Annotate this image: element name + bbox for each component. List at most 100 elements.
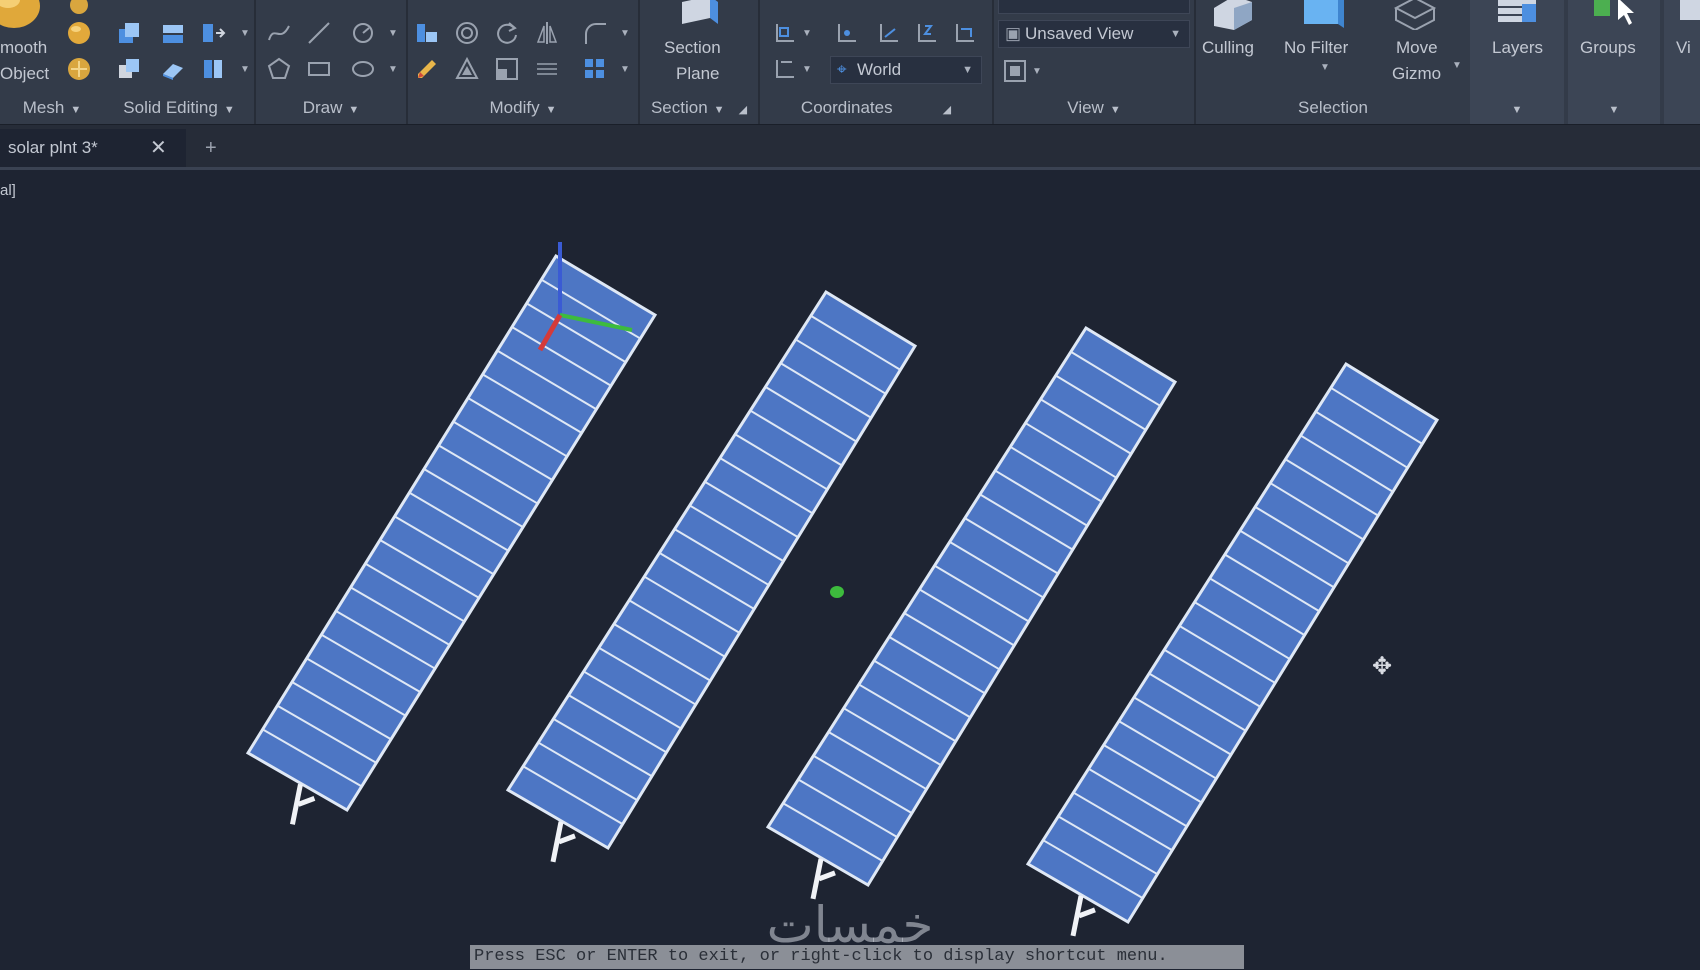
visual-style-dropdown[interactable] (998, 0, 1190, 14)
view-manager-icon: ▣ (1005, 24, 1022, 43)
panel-section: Section Plane Section ▼ ◢ (640, 0, 758, 124)
ucs-named-icon[interactable] (772, 56, 798, 82)
slice-icon[interactable] (160, 20, 186, 46)
mesh-smooth-icon[interactable] (66, 56, 92, 82)
solid-editing-panel-title: Solid Editing (123, 98, 218, 117)
spline-icon[interactable] (266, 20, 292, 46)
chevron-down-icon[interactable]: ▼ (388, 28, 398, 39)
mesh-sphere-small-icon[interactable] (66, 0, 92, 18)
union-icon[interactable] (116, 56, 142, 82)
chevron-down-icon[interactable]: ▼ (802, 64, 812, 75)
culling-label[interactable]: Culling (1202, 35, 1254, 61)
new-tab-button[interactable]: + (205, 129, 229, 167)
ucs-zaxis-icon[interactable] (914, 20, 940, 46)
scale-icon[interactable] (494, 56, 520, 82)
ellipse-icon[interactable] (350, 56, 376, 82)
section-plane-label-1[interactable]: Section (664, 35, 721, 61)
mesh-sphere-icon[interactable] (66, 20, 92, 46)
chevron-down-icon: ▼ (1109, 104, 1121, 116)
extrude-faces-icon[interactable] (116, 20, 142, 46)
smooth-object-icon[interactable] (0, 0, 44, 30)
section-panel-title: Section (650, 98, 708, 117)
groups-label: Groups (1580, 38, 1636, 57)
named-view-value: Unsaved View (1025, 24, 1134, 43)
mesh-panel-title: Mesh (22, 98, 65, 117)
separate-icon[interactable] (200, 20, 226, 46)
chevron-down-icon[interactable]: ▼ (620, 64, 630, 75)
mirror-icon[interactable] (534, 20, 560, 46)
ribbon: mooth Object Mesh ▼ ▼ ▼ Solid Editing ▼ ▼ (0, 0, 1700, 125)
chevron-down-icon[interactable]: ▼ (1452, 60, 1462, 71)
chevron-down-icon: ▼ (1170, 28, 1181, 40)
stretch-icon[interactable] (534, 56, 560, 82)
layers-icon (1492, 0, 1542, 28)
smooth-object-label-1: mooth (0, 38, 48, 57)
ucs-3point-icon[interactable] (876, 20, 902, 46)
panel-launcher-icon[interactable]: ◢ (943, 104, 951, 116)
view-panel-title: View (1067, 98, 1104, 117)
coordinates-panel-title: Coordinates (800, 98, 893, 117)
rectangle-icon[interactable] (306, 56, 332, 82)
culling-icon[interactable] (1208, 0, 1258, 30)
fillet-icon[interactable] (582, 20, 608, 46)
chevron-down-icon[interactable]: ▼ (388, 64, 398, 75)
edit-pencil-icon[interactable] (414, 56, 440, 82)
panel-draw: ▼ ▼ Draw ▼ (256, 0, 406, 124)
panel-launcher-icon[interactable]: ◢ (739, 104, 747, 116)
named-view-dropdown[interactable]: ▣ Unsaved View ▼ (998, 20, 1190, 48)
draw-panel-title: Draw (302, 98, 343, 117)
document-tab-bar: solar plnt 3* ✕ + (0, 125, 1700, 170)
panel-layers[interactable]: Layers ▼ (1470, 0, 1564, 124)
close-icon[interactable]: ✕ (150, 129, 167, 167)
section-plane-icon[interactable] (674, 0, 724, 28)
3d-array-icon[interactable] (454, 20, 480, 46)
chevron-down-icon[interactable]: ▼ (240, 64, 250, 75)
chevron-down-icon: ▼ (223, 104, 235, 116)
no-filter-icon[interactable] (1298, 0, 1348, 30)
viewport-config-icon[interactable] (1002, 58, 1028, 84)
line-icon[interactable] (306, 20, 332, 46)
orbit-cursor-icon: ✥ (1372, 653, 1393, 680)
panel-groups[interactable]: Groups ▼ (1568, 0, 1660, 124)
array-icon[interactable] (582, 56, 608, 82)
circle-icon[interactable] (350, 20, 376, 46)
chevron-down-icon: ▼ (70, 104, 82, 116)
tab-solar-plnt-3[interactable]: solar plnt 3* ✕ (0, 129, 186, 167)
offset-edge-icon[interactable] (454, 56, 480, 82)
shell-icon[interactable] (200, 56, 226, 82)
ucs-value: World (857, 60, 902, 79)
ucs-origin-icon[interactable] (834, 20, 860, 46)
selection-panel-title[interactable]: Selection (1196, 98, 1470, 118)
panel-view-partial[interactable]: Vi (1664, 0, 1700, 124)
pivot-marker (830, 586, 844, 598)
solar-panel-scene (245, 242, 1440, 937)
panel-mesh: mooth Object Mesh ▼ (0, 0, 104, 124)
move-gizmo-icon[interactable] (1390, 0, 1440, 30)
chevron-down-icon[interactable]: ▼ (1032, 66, 1042, 77)
panel-modify: ▼ ▼ Modify ▼ (408, 0, 638, 124)
polygon-icon[interactable] (266, 56, 292, 82)
panel-coordinates: ▼ ▼ ⌖ World ▼ Coordinates ◢ (760, 0, 992, 124)
view-partial-label: Vi (1676, 38, 1691, 57)
tab-label: solar plnt 3* (8, 138, 98, 157)
drawing-viewport[interactable]: al] ✥ (0, 170, 1700, 970)
section-plane-label-2[interactable]: Plane (676, 61, 719, 87)
panel-selection: Culling No Filter ▼ Move Gizmo ▼ Selecti… (1196, 0, 1470, 124)
chevron-down-icon: ▼ (545, 104, 557, 116)
modify-panel-title: Modify (489, 98, 540, 117)
move-gizmo-label-1[interactable]: Move (1396, 35, 1438, 61)
groups-icon (1588, 0, 1638, 28)
chevron-down-icon[interactable]: ▼ (620, 28, 630, 39)
align-icon[interactable] (414, 20, 440, 46)
rotate-icon[interactable] (494, 20, 520, 46)
ucs-world-dropdown[interactable]: ⌖ World ▼ (830, 56, 982, 84)
no-filter-label[interactable]: No Filter (1284, 35, 1348, 61)
chevron-down-icon[interactable]: ▼ (802, 28, 812, 39)
move-gizmo-label-2[interactable]: Gizmo (1392, 61, 1441, 87)
chevron-down-icon[interactable]: ▼ (240, 28, 250, 39)
ucs-view-icon[interactable] (952, 20, 978, 46)
imprint-icon[interactable] (160, 56, 186, 82)
ucs-icon[interactable] (772, 20, 798, 46)
chevron-down-icon[interactable]: ▼ (1320, 62, 1330, 73)
command-prompt-tooltip: Press ESC or ENTER to exit, or right-cli… (470, 945, 1244, 969)
